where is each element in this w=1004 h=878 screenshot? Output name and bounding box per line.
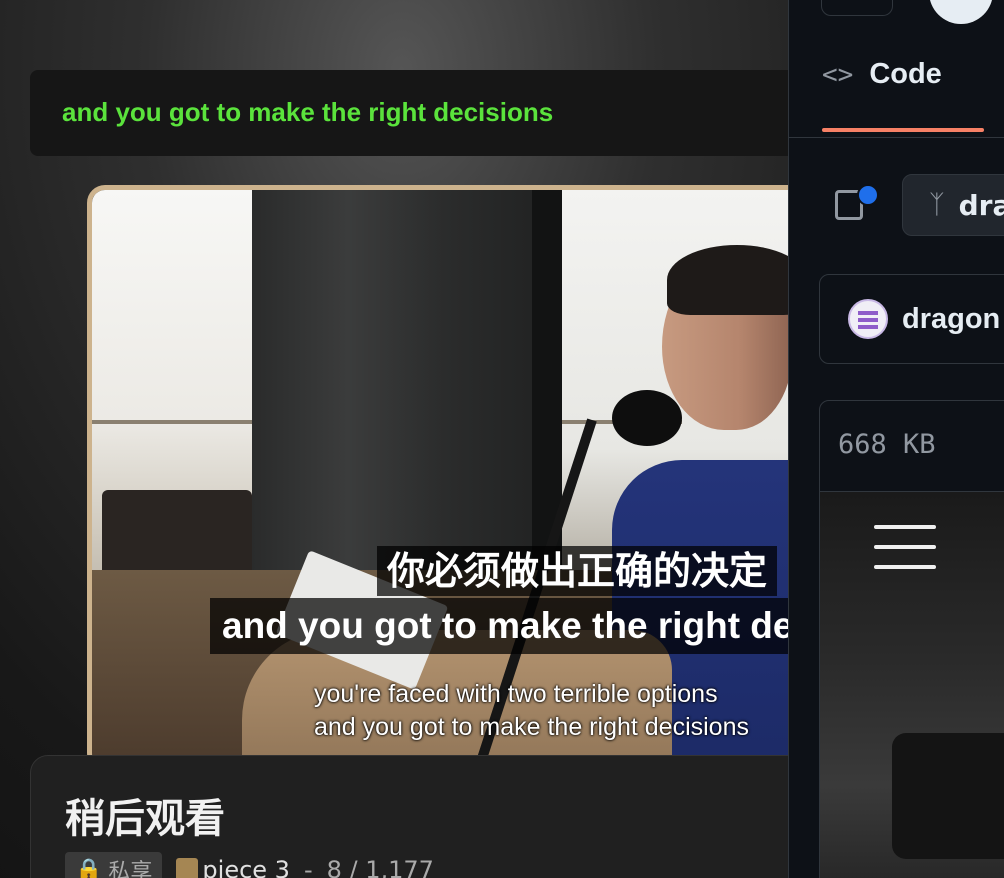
github-panel: <> Code ᛉ dragon dragon 668 KB bbox=[788, 0, 1004, 878]
preview-card bbox=[892, 733, 1004, 859]
scene-railing bbox=[92, 420, 252, 424]
file-viewer: 668 KB bbox=[819, 400, 1004, 878]
meta-separator: - bbox=[303, 856, 313, 878]
subtitle-burned-line-2: and you got to make the right decisions bbox=[314, 713, 749, 741]
avatar[interactable] bbox=[848, 299, 888, 339]
playlist-label[interactable]: piece 3 bbox=[176, 856, 290, 878]
code-icon: <> bbox=[822, 59, 854, 90]
microphone bbox=[612, 390, 682, 446]
commit-author-row[interactable]: dragon bbox=[819, 274, 1004, 364]
video-player[interactable]: 你必须做出正确的决定 and you got to make the right… bbox=[87, 185, 788, 771]
subtitle-burned-in: you're faced with two terrible options a… bbox=[314, 678, 749, 744]
lock-icon: 🔒 bbox=[75, 857, 103, 878]
privacy-label: 私享 bbox=[108, 860, 153, 878]
tab-code-label: Code bbox=[869, 58, 942, 90]
top-button[interactable] bbox=[821, 0, 893, 16]
playlist-position: 8 / 1,177 bbox=[326, 856, 434, 878]
subtitle-burned-line-1: you're faced with two terrible options bbox=[314, 680, 718, 708]
caption-bar-text: and you got to make the right decisions bbox=[62, 97, 554, 127]
file-size: 668 KB bbox=[838, 429, 936, 460]
tab-code[interactable]: <> Code bbox=[822, 58, 942, 91]
github-logo-icon[interactable] bbox=[929, 0, 993, 24]
watch-later-title: 稍后观看 bbox=[65, 796, 225, 842]
tab-divider bbox=[789, 137, 1004, 138]
video-panel: and you got to make the right decisions … bbox=[0, 0, 788, 878]
scene-chair bbox=[102, 490, 252, 580]
subtitle-english: and you got to make the right decisions bbox=[210, 598, 788, 654]
notification-dot bbox=[857, 184, 879, 206]
privacy-badge: 🔒 私享 bbox=[65, 852, 163, 878]
tab-active-indicator bbox=[822, 128, 984, 132]
watch-later-card[interactable]: 稍后观看 🔒 私享 piece 3 - 8 / 1,177 bbox=[30, 755, 788, 878]
caption-bar: and you got to make the right decisions bbox=[30, 70, 788, 156]
branch-name: dragon bbox=[958, 188, 1004, 222]
git-branch-icon: ᛉ bbox=[929, 190, 945, 220]
branch-selector-button[interactable]: ᛉ dragon bbox=[902, 174, 1004, 236]
playlist-name: piece 3 bbox=[202, 856, 290, 878]
hamburger-menu-icon bbox=[874, 525, 936, 571]
subtitle-chinese: 你必须做出正确的决定 bbox=[377, 546, 778, 596]
watch-later-meta: 🔒 私享 piece 3 - 8 / 1,177 bbox=[65, 852, 434, 878]
scroll-icon bbox=[176, 858, 199, 878]
speaker-hair bbox=[667, 245, 788, 315]
author-name[interactable]: dragon bbox=[902, 303, 1000, 336]
